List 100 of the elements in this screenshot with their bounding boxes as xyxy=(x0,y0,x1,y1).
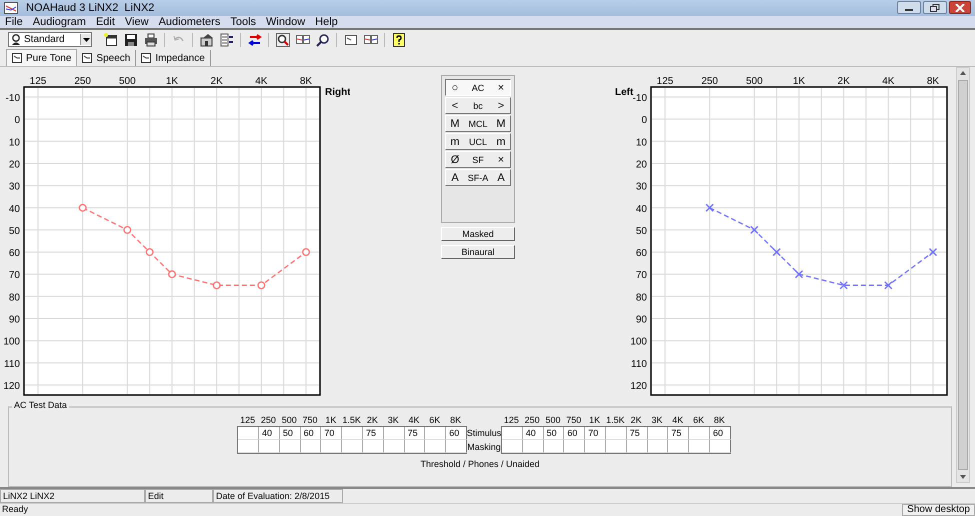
menu-item[interactable]: View xyxy=(124,16,149,28)
symbol-button[interactable]: m UCL m xyxy=(445,133,511,150)
table-cell xyxy=(363,440,384,453)
column-header: 3K xyxy=(386,415,400,426)
restore-button[interactable] xyxy=(923,1,947,14)
swap-arrows-icon[interactable] xyxy=(248,32,262,47)
table-cell xyxy=(689,440,710,453)
symbol-button[interactable]: Ø SF × xyxy=(445,151,511,168)
symbol-button[interactable]: M MCL M xyxy=(445,115,511,132)
symbol-button[interactable]: ○ AC × xyxy=(445,79,511,96)
column-header: 500 xyxy=(280,415,298,426)
symbol-button[interactable]: < bc > xyxy=(445,97,511,114)
axis-tick-label: 250 xyxy=(74,76,91,87)
table-cell: 50 xyxy=(544,427,564,440)
menu-item[interactable]: Audiogram xyxy=(32,16,86,28)
column-header: 1.5K xyxy=(605,415,626,426)
data-point xyxy=(772,248,781,256)
app-icon xyxy=(4,2,18,14)
column-header: 125 xyxy=(502,415,520,426)
column-header: 4K xyxy=(671,415,684,426)
new-document-icon[interactable] xyxy=(104,32,118,47)
table-cell xyxy=(280,440,301,453)
table-cell: 75 xyxy=(626,427,648,440)
axis-tick-label: 0 xyxy=(641,115,647,126)
chart-icon xyxy=(82,53,92,63)
symbol-button[interactable]: A SF-A A xyxy=(445,169,511,186)
table-cell xyxy=(689,427,710,440)
tab[interactable]: Speech xyxy=(77,50,136,66)
vertical-scrollbar[interactable] xyxy=(956,67,970,483)
axis-tick-label: 80 xyxy=(636,292,647,304)
axis-tick-label: 0 xyxy=(14,115,20,126)
axis-tick-label: 90 xyxy=(8,314,20,326)
show-desktop-button[interactable]: Show desktop xyxy=(902,504,975,516)
minimize-button[interactable] xyxy=(897,1,921,14)
menu-item[interactable]: Tools xyxy=(230,16,256,28)
help-icon[interactable] xyxy=(392,32,406,47)
toggle-button[interactable]: Masked xyxy=(441,227,515,241)
magnifier-icon[interactable] xyxy=(276,32,290,47)
data-point xyxy=(302,248,310,256)
data-point xyxy=(839,281,848,290)
column-header: 750 xyxy=(565,415,582,426)
column-header: 6K xyxy=(692,415,706,426)
tab[interactable]: Pure Tone xyxy=(6,49,78,66)
chart-icon xyxy=(12,53,22,63)
table-cell xyxy=(404,440,426,453)
axis-tick-label: 125 xyxy=(30,76,46,87)
axis-tick-label: 4K xyxy=(255,76,268,87)
menu-item[interactable]: Window xyxy=(266,16,306,28)
menu-item[interactable]: File xyxy=(5,16,23,28)
ear-label: Right xyxy=(325,87,350,98)
person-icon xyxy=(11,34,21,46)
table-cell: 75 xyxy=(668,427,690,440)
zoom-icon[interactable] xyxy=(316,32,330,47)
axis-tick-label: 40 xyxy=(636,204,647,215)
list-icon[interactable] xyxy=(220,32,234,47)
profile-dropdown[interactable]: Standard xyxy=(8,32,92,48)
table-cell: 40 xyxy=(522,427,544,440)
axis-tick-label: 500 xyxy=(119,76,136,87)
table-cell xyxy=(342,440,364,453)
window-title: NOAHaud 3 LiNX2 LiNX2 xyxy=(26,2,156,14)
table-cell xyxy=(522,440,544,453)
row-label: Masking xyxy=(467,441,501,454)
status-text: Ready xyxy=(1,504,28,514)
axis-tick-label: 10 xyxy=(8,137,20,148)
column-header: 250 xyxy=(260,415,277,426)
axis-tick-label: -10 xyxy=(632,93,647,104)
chart-icon xyxy=(141,53,152,63)
axis-tick-label: 30 xyxy=(636,182,647,193)
menu-item[interactable]: Audiometers xyxy=(158,16,220,28)
axis-tick-label: 60 xyxy=(636,248,647,260)
axis-tick-label: 110 xyxy=(4,358,20,370)
dual-chart-icon[interactable] xyxy=(364,32,378,47)
axis-tick-label: 8K xyxy=(300,76,312,87)
axis-tick-label: 60 xyxy=(8,248,20,260)
data-point xyxy=(884,281,893,290)
table-cell xyxy=(606,427,627,440)
axis-tick-label: 250 xyxy=(701,76,718,87)
axis-tick-label: 40 xyxy=(8,204,20,215)
table-cell: 60 xyxy=(564,427,586,440)
data-point xyxy=(928,248,938,256)
printer-icon[interactable] xyxy=(144,32,158,47)
tab[interactable]: Impedance xyxy=(136,50,211,66)
group-title: AC Test Data xyxy=(12,400,69,410)
window-icon[interactable] xyxy=(344,32,358,47)
axis-tick-label: 70 xyxy=(8,270,20,282)
data-point xyxy=(146,248,154,256)
restore-icon xyxy=(930,4,940,12)
column-header: 1K xyxy=(324,415,338,426)
menu-item[interactable]: Help xyxy=(315,16,338,28)
toggle-button[interactable]: Binaural xyxy=(441,245,515,259)
menu-item[interactable]: Edit xyxy=(96,16,115,28)
data-point xyxy=(212,281,221,290)
column-header: 750 xyxy=(302,415,319,426)
close-button[interactable] xyxy=(949,1,971,14)
axis-tick-label: 120 xyxy=(3,381,20,392)
row-label: Stimulus xyxy=(466,427,502,440)
dual-chart-icon[interactable] xyxy=(296,32,310,47)
table-cell xyxy=(384,427,405,440)
column-header: 1.5K xyxy=(341,415,362,426)
save-icon[interactable] xyxy=(124,32,138,47)
